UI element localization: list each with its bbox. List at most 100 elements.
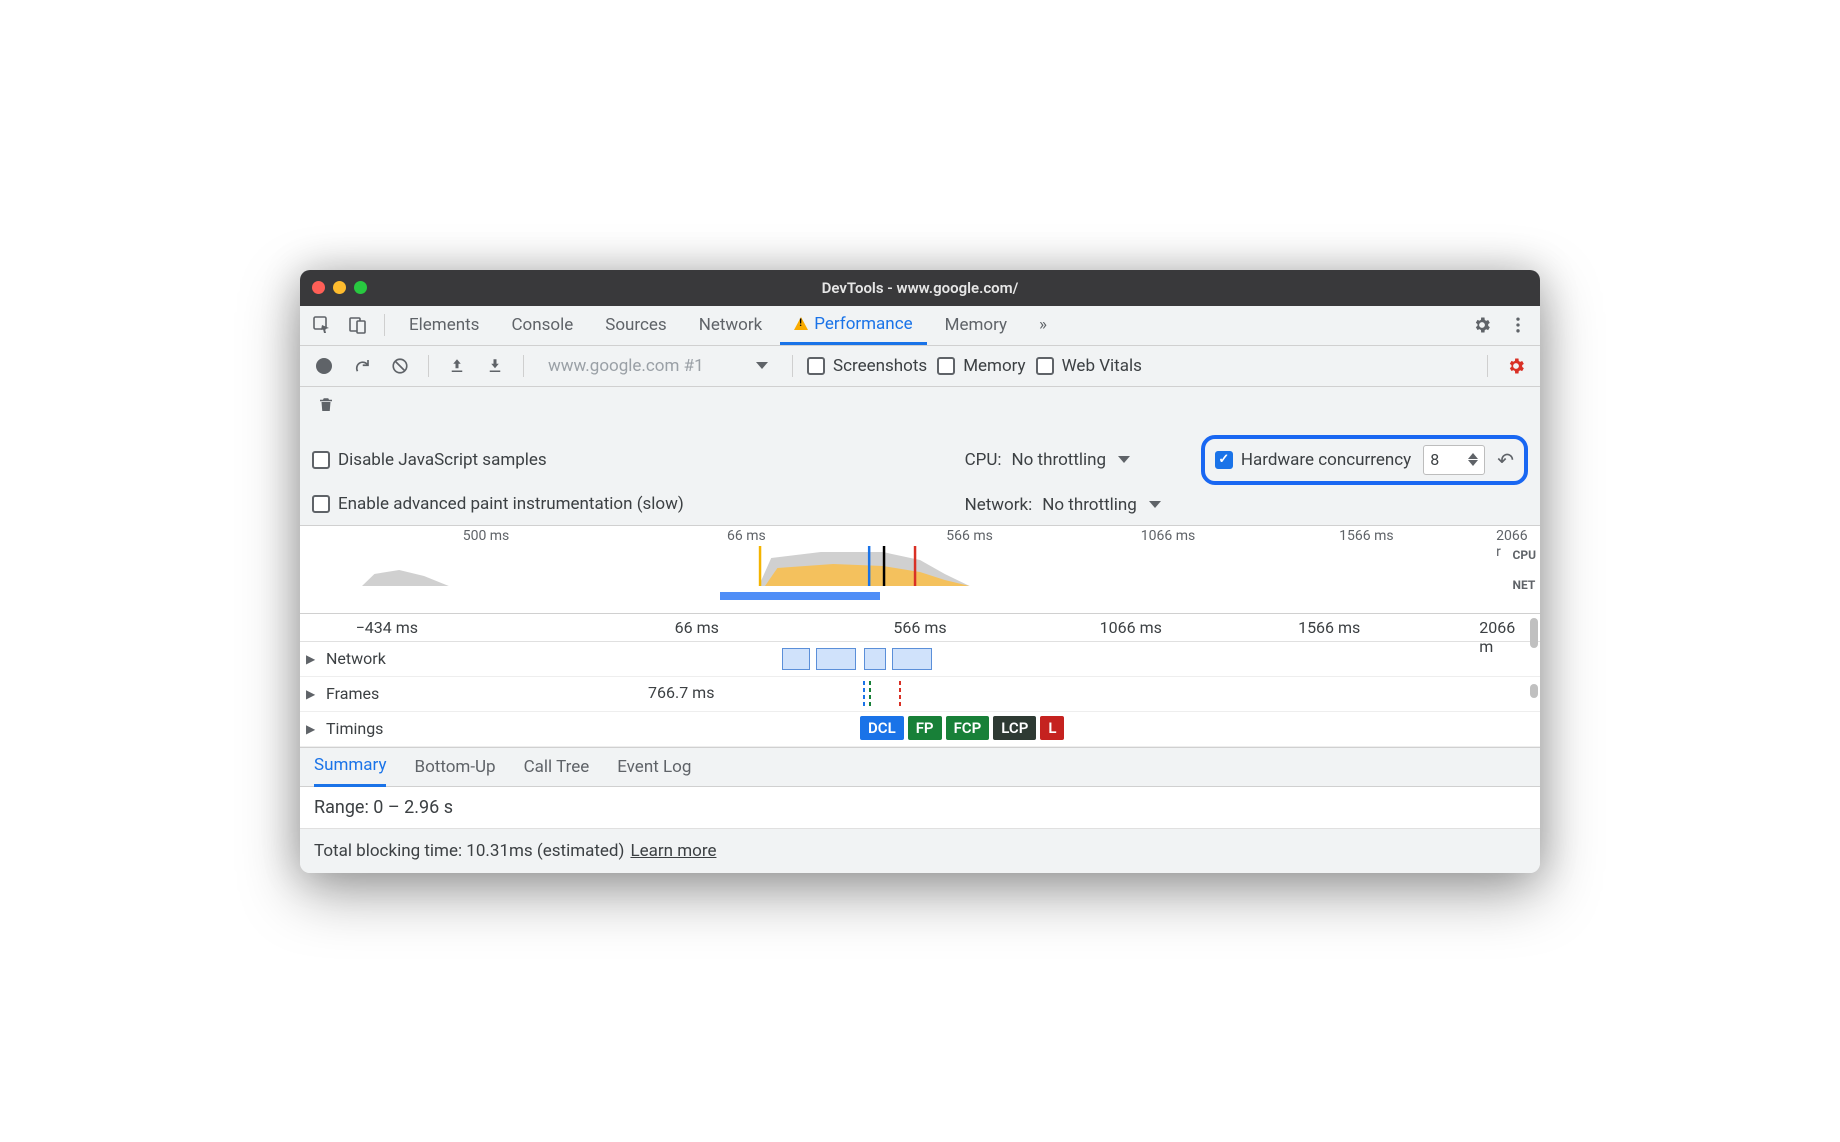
chevron-down-icon bbox=[756, 362, 768, 369]
checkbox-icon bbox=[1036, 357, 1054, 375]
undo-icon[interactable]: ↶ bbox=[1497, 448, 1514, 472]
record-button[interactable] bbox=[310, 352, 338, 380]
zoom-window-button[interactable] bbox=[354, 281, 367, 294]
disclosure-triangle-icon[interactable]: ▶ bbox=[306, 687, 322, 701]
timing-load-badge[interactable]: L bbox=[1040, 716, 1064, 740]
summary-range: Range: 0 – 2.96 s bbox=[300, 787, 1540, 829]
titlebar: DevTools - www.google.com/ bbox=[300, 270, 1540, 306]
ruler-tick: 566 ms bbox=[893, 618, 946, 637]
tab-bottom-up[interactable]: Bottom-Up bbox=[414, 747, 495, 787]
ruler-tick: 66 ms bbox=[727, 528, 766, 544]
network-throttling-select[interactable]: No throttling bbox=[1042, 495, 1161, 515]
scrollbar-thumb[interactable] bbox=[1530, 618, 1538, 648]
network-request-bar[interactable] bbox=[782, 648, 810, 670]
overview-cpu-label: CPU bbox=[1513, 548, 1537, 562]
tabs-overflow[interactable]: » bbox=[1025, 305, 1061, 345]
delete-profile-icon[interactable] bbox=[312, 391, 340, 419]
ruler-tick: 500 ms bbox=[463, 528, 510, 544]
overview-ruler: 500 ms 66 ms 566 ms 1066 ms 1566 ms 2066… bbox=[300, 528, 1540, 546]
close-window-button[interactable] bbox=[312, 281, 325, 294]
tab-label: Performance bbox=[814, 314, 912, 334]
network-track[interactable]: ▶ Network bbox=[300, 642, 1540, 677]
separator bbox=[428, 355, 429, 377]
tab-network[interactable]: Network bbox=[685, 305, 777, 345]
timing-fp-badge[interactable]: FP bbox=[908, 716, 942, 740]
advanced-paint-checkbox[interactable]: Enable advanced paint instrumentation (s… bbox=[312, 495, 684, 515]
select-value: No throttling bbox=[1042, 495, 1137, 515]
track-label: Network bbox=[322, 649, 412, 668]
overflow-label: » bbox=[1039, 315, 1047, 335]
ruler-tick: 1566 ms bbox=[1339, 528, 1393, 544]
tab-event-log[interactable]: Event Log bbox=[617, 747, 691, 787]
stepper-icon[interactable] bbox=[1468, 453, 1478, 466]
performance-toolbar: www.google.com #1 Screenshots Memory Web… bbox=[300, 346, 1540, 387]
tab-console[interactable]: Console bbox=[497, 305, 587, 345]
tab-performance[interactable]: Performance bbox=[780, 305, 926, 345]
checkbox-label: Screenshots bbox=[833, 356, 927, 376]
warning-icon bbox=[794, 317, 808, 330]
checkbox-icon bbox=[312, 495, 330, 513]
ruler-tick: 1066 ms bbox=[1141, 528, 1195, 544]
network-request-bar[interactable] bbox=[816, 648, 856, 670]
minimize-window-button[interactable] bbox=[333, 281, 346, 294]
disclosure-triangle-icon[interactable]: ▶ bbox=[306, 652, 322, 666]
more-menu-icon[interactable] bbox=[1502, 309, 1534, 341]
tab-label: Event Log bbox=[617, 757, 691, 777]
screenshots-checkbox[interactable]: Screenshots bbox=[807, 356, 927, 376]
webvitals-checkbox[interactable]: Web Vitals bbox=[1036, 356, 1142, 376]
window-title: DevTools - www.google.com/ bbox=[300, 279, 1540, 297]
disable-js-samples-checkbox[interactable]: Disable JavaScript samples bbox=[312, 450, 547, 470]
input-value: 8 bbox=[1430, 450, 1439, 469]
ruler-tick: 1566 ms bbox=[1298, 618, 1360, 637]
timing-dcl-badge[interactable]: DCL bbox=[860, 716, 904, 740]
tab-call-tree[interactable]: Call Tree bbox=[524, 747, 590, 787]
tab-label: Sources bbox=[605, 315, 666, 335]
profile-select[interactable]: www.google.com #1 bbox=[538, 354, 778, 378]
tab-label: Summary bbox=[314, 755, 386, 775]
tab-elements[interactable]: Elements bbox=[395, 305, 493, 345]
flamechart-pane[interactable]: −434 ms 66 ms 566 ms 1066 ms 1566 ms 206… bbox=[300, 614, 1540, 747]
timing-lcp-badge[interactable]: LCP bbox=[993, 716, 1036, 740]
separator bbox=[792, 355, 793, 377]
capture-settings: Disable JavaScript samples CPU: No throt… bbox=[300, 429, 1540, 526]
frame-duration: 766.7 ms bbox=[648, 683, 714, 702]
tab-summary[interactable]: Summary bbox=[314, 747, 386, 787]
hardware-concurrency-checkbox[interactable]: Hardware concurrency bbox=[1215, 450, 1411, 470]
checkbox-label: Disable JavaScript samples bbox=[338, 450, 547, 470]
overview-pane[interactable]: 500 ms 66 ms 566 ms 1066 ms 1566 ms 2066… bbox=[300, 526, 1540, 614]
network-request-bar[interactable] bbox=[864, 648, 886, 670]
tab-sources[interactable]: Sources bbox=[591, 305, 680, 345]
scrollbar-thumb[interactable] bbox=[1530, 684, 1538, 698]
load-profile-icon[interactable] bbox=[443, 352, 471, 380]
timing-fcp-badge[interactable]: FCP bbox=[946, 716, 990, 740]
device-toolbar-icon[interactable] bbox=[342, 309, 374, 341]
separator bbox=[523, 355, 524, 377]
hardware-concurrency-input[interactable]: 8 bbox=[1423, 445, 1485, 475]
memory-checkbox[interactable]: Memory bbox=[937, 356, 1025, 376]
tab-label: Call Tree bbox=[524, 757, 590, 777]
timings-track[interactable]: ▶ Timings DCL FP FCP LCP L bbox=[300, 712, 1540, 747]
disclosure-triangle-icon[interactable]: ▶ bbox=[306, 722, 322, 736]
settings-gear-icon[interactable] bbox=[1466, 309, 1498, 341]
reload-button[interactable] bbox=[348, 352, 376, 380]
capture-settings-gear-icon[interactable] bbox=[1502, 352, 1530, 380]
network-request-bar[interactable] bbox=[892, 648, 932, 670]
frames-track[interactable]: ▶ Frames 766.7 ms bbox=[300, 677, 1540, 712]
tab-memory[interactable]: Memory bbox=[931, 305, 1021, 345]
cpu-throttling-select[interactable]: No throttling bbox=[1012, 450, 1131, 470]
toolbar-row-2 bbox=[300, 387, 1540, 429]
timeline-ruler: −434 ms 66 ms 566 ms 1066 ms 1566 ms 206… bbox=[300, 614, 1540, 642]
checkbox-label: Enable advanced paint instrumentation (s… bbox=[338, 495, 684, 515]
ruler-tick: 566 ms bbox=[946, 528, 993, 544]
checkbox-icon bbox=[807, 357, 825, 375]
checkbox-icon bbox=[312, 451, 330, 469]
tbt-text: Total blocking time: 10.31ms (estimated) bbox=[314, 841, 624, 861]
select-value: No throttling bbox=[1012, 450, 1107, 470]
save-profile-icon[interactable] bbox=[481, 352, 509, 380]
track-label: Frames bbox=[322, 684, 412, 703]
network-label: Network: bbox=[965, 495, 1033, 515]
inspect-element-icon[interactable] bbox=[306, 309, 338, 341]
checkbox-label: Memory bbox=[963, 356, 1025, 376]
clear-button[interactable] bbox=[386, 352, 414, 380]
learn-more-link[interactable]: Learn more bbox=[630, 841, 716, 861]
